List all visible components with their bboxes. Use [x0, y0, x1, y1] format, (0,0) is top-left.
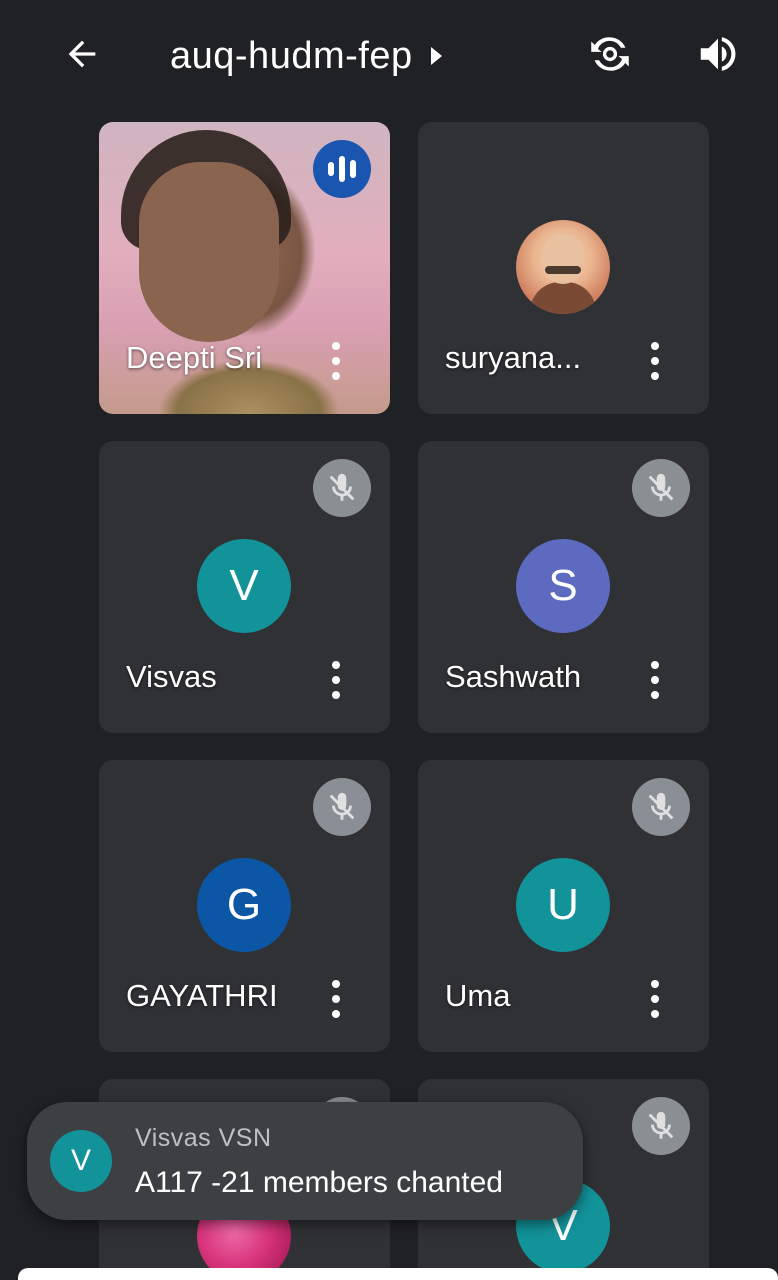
participant-name: suryana...	[445, 340, 582, 375]
mic-off-icon	[313, 778, 371, 836]
speaking-indicator-icon	[313, 140, 371, 198]
mic-off-icon	[632, 459, 690, 517]
participant-name: Uma	[445, 978, 511, 1013]
participant-tile[interactable]: G GAYATHRI	[99, 760, 390, 1052]
more-options-icon[interactable]	[642, 980, 668, 1018]
top-bar: auq-hudm-fep	[0, 0, 778, 110]
participant-tile[interactable]: U Uma	[418, 760, 709, 1052]
participant-name: Sashwath	[445, 659, 582, 694]
chat-message-toast[interactable]: V Visvas VSN A117 -21 members chanted	[27, 1102, 583, 1220]
mic-off-icon	[632, 1097, 690, 1155]
avatar	[516, 220, 610, 314]
sender-avatar: V	[50, 1130, 112, 1192]
avatar: U	[516, 858, 610, 952]
more-options-icon[interactable]	[642, 661, 668, 699]
more-options-icon[interactable]	[323, 980, 349, 1018]
chat-message-text: A117 -21 members chanted	[135, 1166, 503, 1199]
more-options-icon[interactable]	[642, 342, 668, 380]
participant-tile[interactable]: S Sashwath	[418, 441, 709, 733]
avatar: S	[516, 539, 610, 633]
participant-name: Visvas	[126, 659, 217, 694]
bottom-sheet-edge	[18, 1268, 778, 1280]
participant-name: GAYATHRI	[126, 978, 278, 1013]
participant-name: Deepti Sri	[126, 340, 263, 375]
sender-name: Visvas VSN	[135, 1124, 272, 1152]
back-button[interactable]	[58, 30, 106, 78]
volume-icon	[700, 37, 736, 71]
caret-right-icon	[430, 47, 442, 65]
meeting-code[interactable]: auq-hudm-fep	[170, 30, 442, 82]
participant-tile[interactable]: Deepti Sri	[99, 122, 390, 414]
avatar: V	[197, 539, 291, 633]
meeting-code-label: auq-hudm-fep	[170, 34, 413, 77]
switch-camera-icon	[591, 37, 629, 71]
more-options-icon[interactable]	[323, 342, 349, 380]
participant-tile[interactable]: V Visvas	[99, 441, 390, 733]
mic-off-icon	[313, 459, 371, 517]
speaker-button[interactable]	[692, 28, 744, 80]
switch-camera-button[interactable]	[584, 28, 636, 80]
avatar: G	[197, 858, 291, 952]
arrow-left-icon	[68, 40, 96, 68]
mic-off-icon	[632, 778, 690, 836]
more-options-icon[interactable]	[323, 661, 349, 699]
participant-tile[interactable]: suryana...	[418, 122, 709, 414]
